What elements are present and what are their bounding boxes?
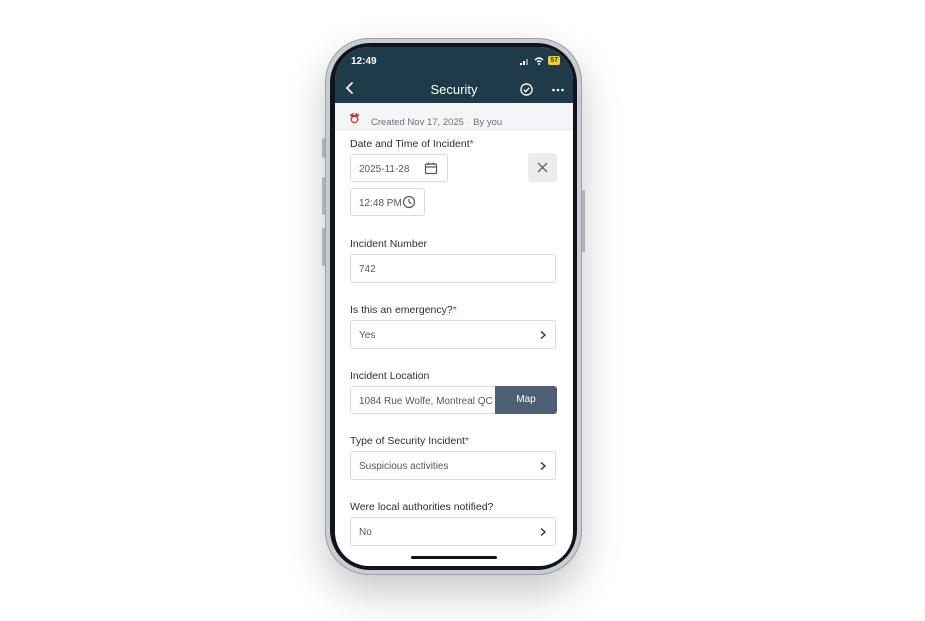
created-info: Created Nov 17, 2025 · By you: [371, 117, 503, 128]
battery-indicator: 57: [548, 56, 560, 65]
more-icon[interactable]: [551, 83, 565, 97]
security-guard-icon: [349, 112, 360, 124]
volume-up-button: [322, 177, 325, 215]
date-value: 2025-11-28: [359, 164, 410, 175]
app-screen: 12:49 57 Security Created Nov 17, 2025 · B…: [335, 47, 573, 566]
calendar-icon[interactable]: [424, 161, 438, 175]
location-value: 1084 Rue Wolfe, Montreal QC: [359, 396, 493, 407]
record-meta: Created Nov 17, 2025 · By you: [335, 103, 573, 130]
time-input[interactable]: 12:48 PM: [350, 188, 425, 216]
close-icon: [537, 162, 548, 173]
created-date: Created Nov 17, 2025: [371, 117, 464, 128]
incident-number-input[interactable]: 742: [350, 254, 556, 283]
app-header: 12:49 57 Security: [335, 47, 573, 103]
incident-number-label: Incident Number: [350, 238, 428, 250]
chevron-right-icon: [540, 527, 547, 537]
date-input[interactable]: 2025-11-28: [350, 154, 448, 182]
authorities-label: Were local authorities notified?: [350, 501, 494, 513]
chevron-right-icon: [540, 461, 547, 471]
mute-switch: [322, 138, 325, 158]
authorities-select[interactable]: No: [350, 517, 556, 546]
status-indicators: 57: [520, 56, 560, 65]
wifi-icon: [534, 56, 544, 65]
check-circle-icon[interactable]: [520, 83, 533, 96]
datetime-label: Date and Time of Incident*: [350, 138, 474, 150]
chevron-right-icon: [540, 330, 547, 340]
incident-type-label: Type of Security Incident*: [350, 435, 470, 447]
map-button[interactable]: Map: [495, 386, 557, 414]
clock-icon[interactable]: [402, 195, 416, 209]
incident-type-select[interactable]: Suspicious activities: [350, 451, 556, 480]
volume-down-button: [322, 228, 325, 266]
power-button: [582, 190, 585, 252]
time-value: 12:48 PM: [359, 198, 402, 209]
emergency-value: Yes: [359, 330, 376, 341]
signal-icon: [520, 58, 529, 65]
created-by: By you: [473, 117, 503, 128]
authorities-value: No: [359, 527, 372, 538]
status-time: 12:49: [351, 56, 377, 67]
clear-datetime-button[interactable]: [528, 153, 557, 182]
emergency-select[interactable]: Yes: [350, 320, 556, 349]
home-indicator[interactable]: [411, 556, 497, 559]
incident-type-value: Suspicious activities: [359, 461, 449, 472]
page-title: Security: [430, 82, 478, 97]
incident-number-value: 742: [359, 264, 376, 275]
location-input[interactable]: 1084 Rue Wolfe, Montreal QC: [350, 386, 500, 414]
location-label: Incident Location: [350, 370, 430, 382]
emergency-label: Is this an emergency?*: [350, 304, 457, 316]
